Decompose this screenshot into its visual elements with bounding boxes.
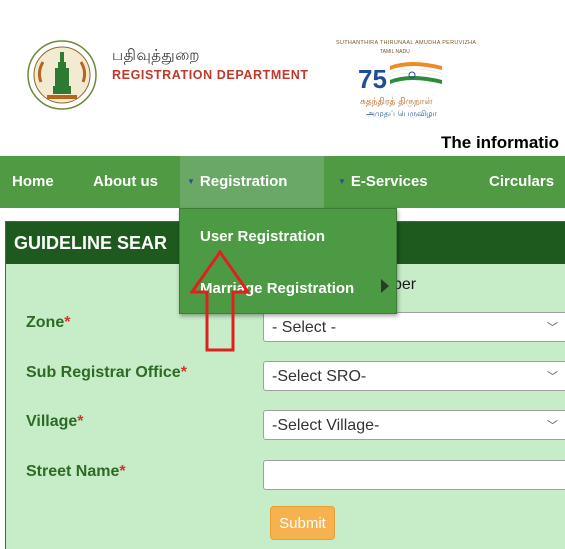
department-name: REGISTRATION DEPARTMENT — [112, 68, 309, 82]
zone-select[interactable]: - Select - ﹀ — [263, 312, 565, 342]
nav-item-home[interactable]: Home — [12, 156, 54, 208]
main-nav: Home About us ▼ Registration ▼ E-Services … — [0, 156, 565, 208]
nav-item-registration[interactable]: ▼ Registration — [180, 156, 324, 208]
street-name-label: Street Name* — [26, 463, 126, 480]
tamil-nadu-emblem-icon — [27, 40, 97, 110]
caret-down-icon: ▼ — [187, 177, 195, 186]
chevron-down-icon: ﹀ — [547, 322, 558, 334]
required-mark: * — [119, 463, 126, 480]
nav-item-label: Registration — [199, 173, 288, 190]
zone-select-value: - Select - — [272, 319, 337, 336]
submit-button[interactable]: Submit — [270, 506, 335, 540]
azadi-caption-state: TAMIL NADU — [380, 49, 410, 55]
village-select-value: -Select Village- — [272, 417, 380, 434]
submenu-arrow-icon — [381, 279, 389, 293]
azadi-caption: SUTHANTHIRA THIRUNAAL AMUDHA PERUVIZHA — [336, 40, 477, 46]
nav-item-about-us[interactable]: About us — [93, 156, 158, 208]
nav-item-label: Home — [12, 173, 54, 190]
panel-title: GUIDELINE SEAR — [14, 233, 168, 253]
zone-label: Zone* — [26, 314, 71, 331]
village-label: Village* — [26, 413, 84, 430]
nav-item-label: Circulars — [489, 173, 555, 190]
marquee-info-text: The informatio — [441, 133, 560, 152]
azadi-75-logo-icon: 75 சுதந்திரத் திருநாள் அமுதப் பெருவிழா — [358, 62, 443, 119]
sro-select-value: -Select SRO- — [272, 368, 367, 385]
azadi-tamil-line2: அமுதப் பெருவிழா — [366, 109, 438, 119]
chevron-down-icon: ﹀ — [547, 420, 558, 432]
village-select[interactable]: -Select Village- ﹀ — [263, 410, 565, 440]
menu-item-user-registration[interactable]: User Registration — [200, 228, 325, 245]
nav-item-circulars[interactable]: Circulars — [489, 156, 554, 208]
azadi-tamil-line1: சுதந்திரத் திருநாள் — [360, 97, 433, 107]
site-header: பதிவுத்துறை REGISTRATION DEPARTMENT SUTH… — [0, 0, 565, 156]
sro-select[interactable]: -Select SRO- ﹀ — [263, 361, 565, 391]
caret-down-icon: ▼ — [338, 177, 346, 186]
azadi-number: 75 — [358, 64, 387, 94]
annotation-arrow-icon — [190, 250, 250, 352]
required-mark: * — [64, 314, 71, 331]
nav-item-e-services[interactable]: ▼ E-Services — [338, 156, 428, 208]
chevron-down-icon: ﹀ — [547, 371, 558, 383]
required-mark: * — [180, 364, 187, 381]
sro-label: Sub Registrar Office* — [26, 364, 187, 381]
street-name-input[interactable] — [263, 460, 565, 490]
nav-item-label: About us — [93, 173, 158, 190]
required-mark: * — [77, 413, 84, 430]
department-tamil-name: பதிவுத்துறை — [112, 46, 200, 64]
nav-item-label: E-Services — [350, 173, 428, 190]
